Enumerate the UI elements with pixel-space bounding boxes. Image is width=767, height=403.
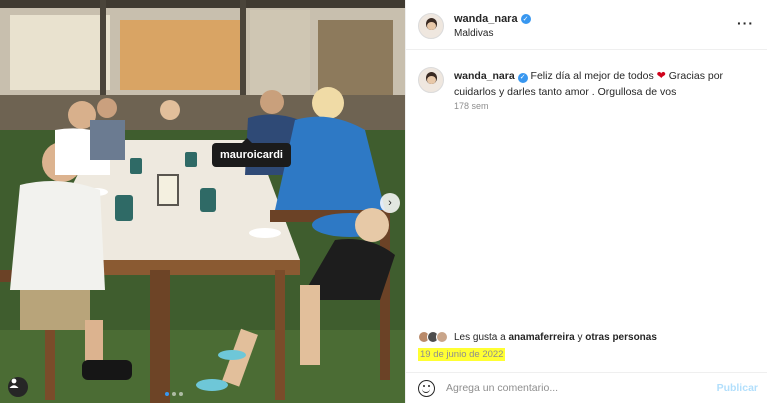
family-dinner-photo: [0, 0, 405, 403]
publish-button[interactable]: Publicar: [717, 382, 758, 394]
likes-prefix: Les gusta a: [454, 331, 506, 343]
verified-badge-icon: ✓: [517, 72, 528, 83]
tagged-users-icon[interactable]: [8, 377, 28, 397]
comment-bar: Publicar: [406, 372, 767, 403]
carousel-indicator: [165, 392, 183, 396]
likes-text: Les gusta a anamaferreira y otras person…: [454, 332, 657, 343]
caption-text: wanda_nara ✓ Feliz día al mejor de todos…: [454, 68, 758, 100]
caption-body-start: Feliz día al mejor de todos: [530, 70, 654, 82]
likes-others[interactable]: otras personas: [585, 332, 657, 343]
carousel-dot: [165, 392, 169, 396]
avatar: [436, 331, 448, 343]
caption-age: 178 sem: [454, 101, 489, 111]
carousel-next-icon[interactable]: ›: [380, 193, 400, 213]
avatar[interactable]: [418, 67, 444, 93]
post-photo[interactable]: mauroicardi ›: [0, 0, 405, 403]
header-username-text[interactable]: wanda_nara: [454, 13, 518, 25]
verified-badge-icon: ✓: [520, 14, 531, 24]
carousel-dot: [179, 392, 183, 396]
likes-connector: y: [577, 331, 583, 343]
emoji-icon[interactable]: [418, 380, 435, 397]
post-date[interactable]: 19 de junio de 2022: [418, 348, 506, 361]
avatar[interactable]: [418, 13, 444, 39]
post-location[interactable]: Maldivas: [454, 28, 493, 39]
post-header: wanda_nara ✓ Maldivas ···: [406, 0, 767, 50]
user-tag-bubble[interactable]: mauroicardi: [212, 138, 291, 167]
liker-avatars: [418, 331, 448, 343]
header-username[interactable]: wanda_nara ✓: [454, 13, 531, 25]
likes-summary[interactable]: Les gusta a anamaferreira y otras person…: [418, 331, 657, 343]
likes-user[interactable]: anamaferreira: [509, 332, 575, 343]
red-heart-icon: ❤: [656, 70, 666, 82]
post-details-panel: wanda_nara ✓ Maldivas ··· wanda_nara ✓ F…: [405, 0, 767, 403]
comment-input[interactable]: [446, 379, 706, 397]
more-options-icon[interactable]: ···: [737, 15, 754, 31]
carousel-dot: [172, 392, 176, 396]
caption-username[interactable]: wanda_nara: [454, 70, 515, 82]
